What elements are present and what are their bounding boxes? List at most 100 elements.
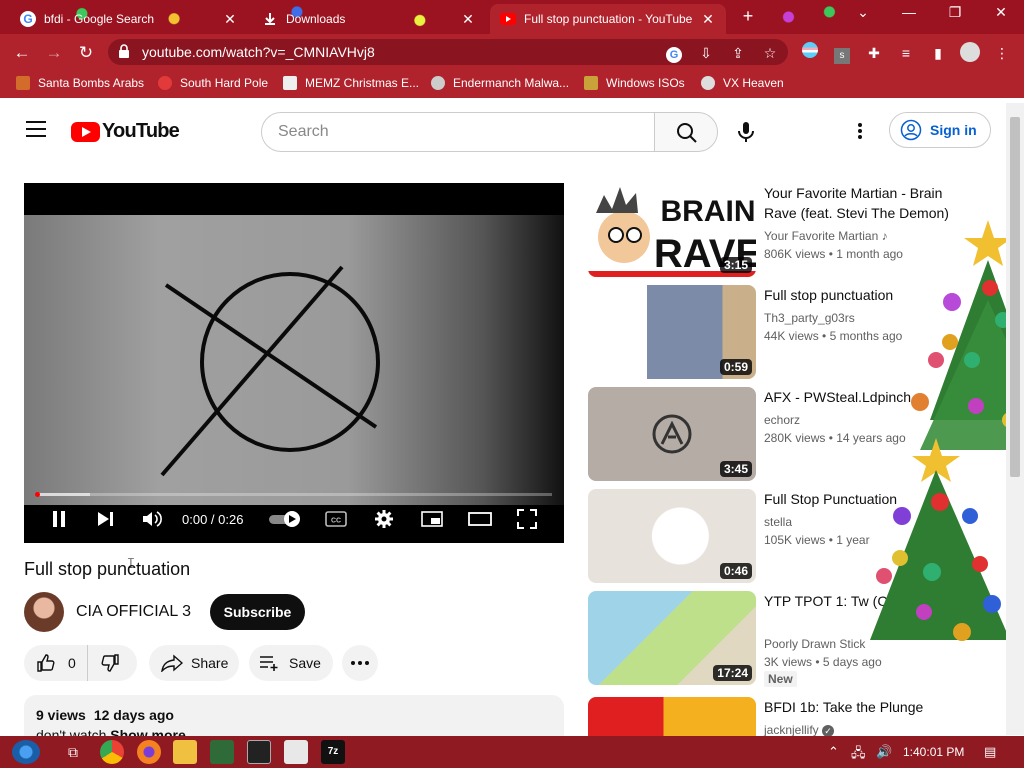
network-icon[interactable]: 🖧 <box>851 744 866 766</box>
channel-name[interactable]: stella <box>764 515 792 529</box>
video-title[interactable]: Your Favorite Martian - Brain Rave (feat… <box>764 183 974 223</box>
theater-mode-button[interactable] <box>467 508 493 530</box>
pause-button[interactable] <box>48 508 70 530</box>
chrome-icon[interactable] <box>100 740 124 764</box>
like-button[interactable]: 0 <box>24 645 87 681</box>
extension-s-icon[interactable]: s <box>831 42 853 64</box>
taskbar-clock[interactable]: 1:40:01 PM <box>903 745 964 759</box>
minecraft-icon[interactable] <box>210 740 234 764</box>
bookmark-star-icon[interactable]: ☆ <box>759 42 781 64</box>
dislike-button[interactable] <box>87 645 137 681</box>
close-window-button[interactable]: ✕ <box>981 4 1021 21</box>
close-icon[interactable]: ✕ <box>222 11 238 28</box>
search-input[interactable] <box>261 112 655 152</box>
video-thumbnail[interactable]: 17:24 <box>588 591 756 685</box>
captions-button[interactable]: CC <box>324 508 348 530</box>
video-duration: 0:59 <box>719 359 752 375</box>
video-thumbnail[interactable]: 0:46 <box>588 489 756 583</box>
upload-age: 12 days ago <box>93 707 174 723</box>
install-app-icon[interactable]: ⇩ <box>695 42 717 64</box>
new-tab-button[interactable]: + <box>738 6 758 27</box>
tab-downloads[interactable]: Downloads ✕ <box>252 4 486 34</box>
scrollbar-thumb[interactable] <box>1010 117 1020 477</box>
extensions-puzzle-icon[interactable]: ✚ <box>863 42 885 64</box>
forward-button[interactable]: → <box>43 42 65 64</box>
video-thumbnail[interactable]: BRAIN RAVE 3:15 <box>588 183 756 277</box>
page-scrollbar[interactable] <box>1006 103 1024 735</box>
menu-icon[interactable] <box>26 121 46 137</box>
side-panel-icon[interactable]: ▮ <box>927 42 949 64</box>
video-thumbnail[interactable] <box>588 697 756 737</box>
subscribe-button[interactable]: Subscribe <box>210 594 305 630</box>
bookmark-item[interactable]: MEMZ Christmas E... <box>283 76 419 90</box>
bookmark-item[interactable]: Endermanch Malwa... <box>431 76 569 90</box>
box-app-icon[interactable] <box>284 740 308 764</box>
channel-name[interactable]: CIA OFFICIAL 3 <box>76 603 191 621</box>
channel-name[interactable]: Poorly Drawn Stick <box>764 637 865 651</box>
video-thumbnail[interactable]: 3:45 <box>588 387 756 481</box>
youtube-logo[interactable]: YouTube <box>71 120 180 143</box>
close-icon[interactable]: ✕ <box>700 11 716 28</box>
add-to-playlist-icon <box>260 656 278 671</box>
tab-label: bfdi - Google Search <box>44 12 155 26</box>
bookmark-item[interactable]: Santa Bombs Arabs <box>16 76 144 90</box>
notifications-icon[interactable]: ▤ <box>984 744 996 760</box>
minimize-button[interactable]: — <box>889 4 929 20</box>
fullscreen-button[interactable] <box>516 508 538 530</box>
media-control-icon[interactable]: ≡ <box>895 42 917 64</box>
tab-youtube[interactable]: Full stop punctuation - YouTube ✕ <box>490 4 726 34</box>
7zip-icon[interactable]: 7z <box>321 740 345 764</box>
next-button[interactable] <box>94 508 116 530</box>
share-button[interactable]: Share <box>149 645 239 681</box>
youtube-icon <box>500 11 516 27</box>
channel-name[interactable]: jacknjellify ✓ <box>764 723 835 737</box>
google-lens-icon[interactable]: G <box>663 42 685 64</box>
progress-scrubber[interactable] <box>35 492 40 497</box>
task-view-icon[interactable]: ⧉ <box>61 740 85 764</box>
tab-google-search[interactable]: G bfdi - Google Search ✕ <box>10 4 248 34</box>
speaker-icon[interactable]: 🔊 <box>876 744 892 760</box>
more-actions-button[interactable] <box>342 645 378 681</box>
start-button[interactable] <box>12 740 40 764</box>
video-frame <box>24 215 564 505</box>
recommendation-item[interactable]: BFDI 1b: Take the Plunge jacknjellify ✓ <box>588 697 988 737</box>
taskbar: ⧉ 7z ⌃ 🖧 🔊 1:40:01 PM ▤ <box>0 736 1024 768</box>
bookmark-item[interactable]: VX Heaven <box>701 76 784 90</box>
video-thumbnail[interactable]: 0:59 <box>588 285 756 379</box>
settings-kebab-icon[interactable] <box>852 119 868 143</box>
reload-button[interactable]: ↻ <box>75 42 97 64</box>
firefox-icon[interactable] <box>137 740 161 764</box>
miniplayer-button[interactable] <box>420 508 444 530</box>
video-player[interactable]: 0:00 / 0:26 CC <box>24 183 564 543</box>
file-explorer-icon[interactable] <box>173 740 197 764</box>
tab-search-chevron-icon[interactable]: ⌄ <box>843 4 883 21</box>
tray-chevron-icon[interactable]: ⌃ <box>828 744 839 760</box>
video-duration: 0:46 <box>719 563 752 579</box>
profile-icon[interactable] <box>959 42 981 64</box>
restore-button[interactable]: ❐ <box>935 4 975 21</box>
extension-flag-icon[interactable] <box>799 42 821 64</box>
video-title[interactable]: BFDI 1b: Take the Plunge <box>764 697 974 717</box>
channel-avatar[interactable] <box>24 592 64 632</box>
autoplay-toggle[interactable] <box>268 508 302 530</box>
channel-name[interactable]: echorz <box>764 413 800 427</box>
progress-bar[interactable] <box>36 493 552 496</box>
volume-button[interactable] <box>141 508 163 530</box>
sign-in-button[interactable]: Sign in <box>889 112 991 148</box>
close-icon[interactable]: ✕ <box>460 11 476 28</box>
voice-search-button[interactable] <box>728 114 764 150</box>
settings-button[interactable] <box>372 508 396 530</box>
channel-name[interactable]: Th3_party_g03rs <box>764 311 855 325</box>
back-button[interactable]: ← <box>11 42 33 64</box>
share-page-icon[interactable]: ⇪ <box>727 42 749 64</box>
save-button[interactable]: Save <box>249 645 333 681</box>
address-bar[interactable]: youtube.com/watch?v=_CMNIAVHvj8 <box>108 39 788 65</box>
bookmark-item[interactable]: South Hard Pole <box>158 76 268 90</box>
bookmark-item[interactable]: Windows ISOs <box>584 76 685 90</box>
command-prompt-icon[interactable] <box>247 740 271 764</box>
search-button[interactable] <box>654 112 718 152</box>
theater-mode-icon <box>468 512 492 526</box>
browser-menu-icon[interactable]: ⋮ <box>991 42 1013 64</box>
vx-icon <box>701 76 715 90</box>
youtube-play-icon <box>71 121 100 142</box>
